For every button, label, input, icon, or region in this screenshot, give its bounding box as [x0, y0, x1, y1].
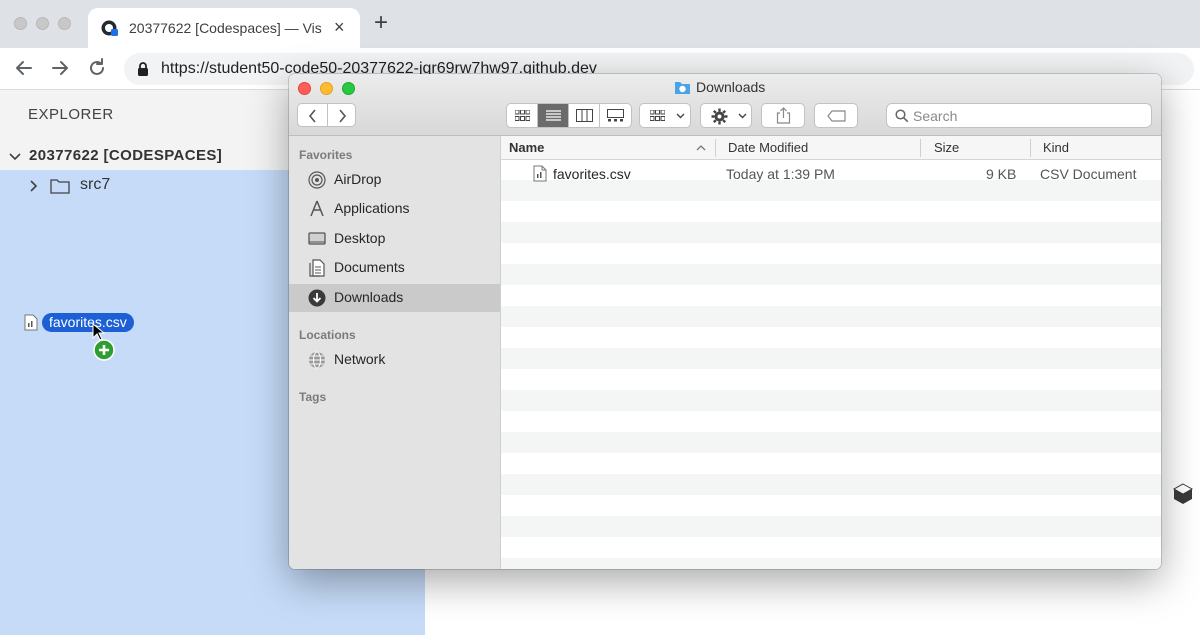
sidebar-item-airdrop[interactable]: AirDrop: [289, 166, 500, 194]
chevron-right-icon: [30, 180, 38, 192]
network-globe-icon: [309, 351, 325, 369]
sidebar-item-label: Desktop: [334, 230, 386, 246]
airdrop-icon: [308, 171, 326, 189]
window-zoom-button[interactable]: [58, 17, 71, 30]
favorites-heading: Favorites: [299, 148, 353, 162]
column-kind[interactable]: Kind: [1043, 140, 1069, 155]
dragged-file-label: favorites.csv: [42, 313, 134, 332]
file-size: 9 KB: [986, 166, 1017, 182]
finder-search-field[interactable]: Search: [886, 103, 1152, 128]
grid-icon: [515, 110, 530, 121]
finder-minimize-button[interactable]: [320, 82, 333, 95]
locations-heading: Locations: [299, 328, 356, 342]
back-forward-control: [297, 103, 356, 127]
finder-zoom-button[interactable]: [342, 82, 355, 95]
file-icon: [24, 314, 38, 331]
explorer-folder-src7[interactable]: src7: [0, 172, 290, 200]
sidebar-item-downloads[interactable]: Downloads: [289, 284, 500, 312]
desktop-icon: [308, 232, 326, 245]
column-date-modified[interactable]: Date Modified: [728, 140, 808, 155]
sidebar-item-network[interactable]: Network: [289, 346, 500, 374]
gear-icon: [711, 108, 728, 125]
column-name[interactable]: Name: [509, 140, 544, 155]
finder-titlebar: Downloads Search: [289, 74, 1161, 136]
window-minimize-button[interactable]: [36, 17, 49, 30]
columns-icon: [576, 109, 593, 122]
chevron-down-icon: [738, 113, 747, 119]
documents-icon: [309, 259, 325, 277]
list-view-button[interactable]: [538, 104, 569, 127]
finder-close-button[interactable]: [298, 82, 311, 95]
file-name: favorites.csv: [553, 166, 631, 182]
icon-view-button[interactable]: [507, 104, 538, 127]
workspace-label: 20377622 [CODESPACES]: [29, 147, 223, 164]
sidebar-item-label: Documents: [334, 259, 405, 275]
file-date: Today at 1:39 PM: [726, 166, 835, 182]
sidebar-item-label: Downloads: [334, 289, 404, 305]
view-mode-control: [506, 103, 632, 128]
tags-heading: Tags: [299, 390, 327, 404]
tag-icon: [827, 110, 846, 122]
workspace-root[interactable]: 20377622 [CODESPACES]: [6, 146, 286, 170]
back-chevron-icon[interactable]: [307, 109, 319, 123]
downloads-icon: [308, 289, 326, 307]
file-list: Name Date Modified Size Kind favorites.c…: [501, 136, 1161, 569]
finder-window: Downloads Search Favorites AirDrop Appli…: [289, 74, 1161, 569]
downloads-folder-icon: [675, 82, 690, 94]
search-placeholder: Search: [913, 108, 958, 124]
back-arrow-icon[interactable]: [12, 56, 36, 80]
browser-tabstrip: 20377622 [Codespaces] — Vis × +: [0, 0, 1200, 48]
tab-title: 20377622 [Codespaces] — Vis: [129, 20, 322, 36]
gallery-view-button[interactable]: [600, 104, 631, 127]
github-codespaces-icon: [101, 20, 118, 36]
applications-icon: [310, 200, 324, 217]
edit-tags-button[interactable]: [814, 103, 858, 128]
explorer-title: EXPLORER: [28, 106, 114, 123]
chevron-down-icon: [676, 113, 685, 119]
chevron-down-icon: [9, 153, 21, 161]
window-close-button[interactable]: [14, 17, 27, 30]
browser-tab-codespaces[interactable]: 20377622 [Codespaces] — Vis ×: [88, 8, 360, 48]
table-row[interactable]: favorites.csv Today at 1:39 PM 9 KB CSV …: [501, 163, 1161, 184]
reload-icon[interactable]: [85, 56, 109, 80]
sidebar-item-label: Network: [334, 351, 386, 367]
group-grid-icon: [650, 110, 665, 121]
lock-icon: [138, 62, 148, 76]
copy-plus-icon: [93, 339, 115, 361]
search-icon: [895, 109, 909, 123]
csv-file-icon: [533, 165, 547, 182]
sidebar-item-label: Applications: [334, 200, 410, 216]
share-button[interactable]: [761, 103, 805, 128]
group-by-button[interactable]: [639, 103, 691, 128]
sidebar-item-label: AirDrop: [334, 171, 382, 187]
finder-sidebar: Favorites AirDrop Applications Desktop D…: [289, 136, 501, 569]
column-size[interactable]: Size: [934, 140, 959, 155]
forward-arrow-icon[interactable]: [48, 56, 72, 80]
folder-label: src7: [80, 176, 111, 193]
action-menu-button[interactable]: [700, 103, 752, 128]
sidebar-item-desktop[interactable]: Desktop: [289, 225, 500, 253]
column-view-button[interactable]: [569, 104, 600, 127]
file-kind: CSV Document: [1040, 166, 1137, 182]
forward-chevron-icon[interactable]: [336, 109, 348, 123]
new-tab-button[interactable]: +: [374, 11, 388, 35]
folder-icon: [50, 179, 70, 194]
remote-box-icon[interactable]: [1172, 482, 1194, 506]
screen: 20377622 [Codespaces] — Vis × + https://…: [0, 0, 1200, 635]
sort-ascending-icon: [696, 145, 706, 151]
column-headers: Name Date Modified Size Kind: [501, 136, 1161, 160]
sidebar-item-documents[interactable]: Documents: [289, 254, 500, 282]
list-icon: [546, 110, 561, 121]
sidebar-item-applications[interactable]: Applications: [289, 195, 500, 223]
tab-close-icon[interactable]: ×: [334, 17, 345, 38]
share-icon: [776, 107, 791, 124]
gallery-icon: [607, 109, 624, 122]
finder-title: Downloads: [696, 79, 766, 95]
